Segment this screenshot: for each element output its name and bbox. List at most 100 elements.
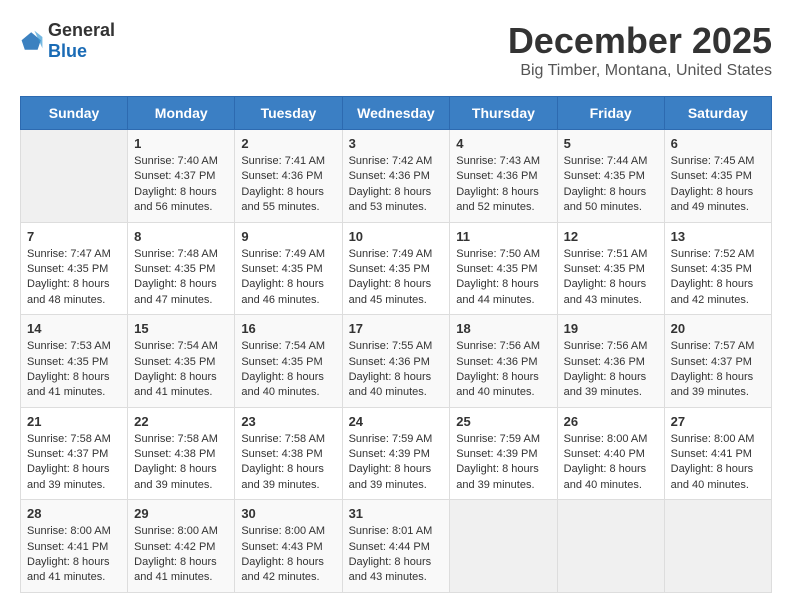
calendar-cell: 30 Sunrise: 8:00 AMSunset: 4:43 PMDayligh…	[235, 500, 342, 593]
day-info: Sunrise: 7:53 AMSunset: 4:35 PMDaylight:…	[27, 339, 121, 401]
day-info: Sunrise: 7:54 AMSunset: 4:35 PMDaylight:…	[241, 339, 335, 401]
day-number: 29	[134, 506, 228, 521]
logo-blue: Blue	[48, 41, 87, 61]
calendar-cell: 31Sunrise: 8:01 AMSunset: 4:44 PMDayligh…	[342, 500, 450, 593]
calendar-cell: 25 Sunrise: 7:59 AMSunset: 4:39 PMDayligh…	[450, 407, 557, 500]
day-number: 30	[241, 506, 335, 521]
day-number: 8	[134, 229, 228, 244]
day-number: 20	[671, 321, 765, 336]
day-header-thursday: Thursday	[450, 97, 557, 130]
day-number: 16	[241, 321, 335, 336]
calendar-week-2: 7 Sunrise: 7:47 AMSunset: 4:35 PMDaylight…	[21, 222, 772, 315]
calendar-cell: 7 Sunrise: 7:47 AMSunset: 4:35 PMDaylight…	[21, 222, 128, 315]
calendar-cell: 11Sunrise: 7:50 AMSunset: 4:35 PMDayligh…	[450, 222, 557, 315]
day-number: 28	[27, 506, 121, 521]
day-number: 22	[134, 414, 228, 429]
calendar-cell: 2 Sunrise: 7:41 AMSunset: 4:36 PMDaylight…	[235, 130, 342, 223]
day-info: Sunrise: 7:42 AMSunset: 4:36 PMDaylight:…	[349, 154, 444, 216]
month-title: December 2025	[508, 20, 772, 62]
calendar-cell	[21, 130, 128, 223]
day-info: Sunrise: 7:58 AMSunset: 4:38 PMDaylight:…	[241, 432, 335, 494]
day-info: Sunrise: 8:00 AMSunset: 4:42 PMDaylight:…	[134, 524, 228, 586]
day-number: 21	[27, 414, 121, 429]
day-number: 13	[671, 229, 765, 244]
day-number: 25	[456, 414, 550, 429]
day-number: 24	[349, 414, 444, 429]
logo-general: General	[48, 20, 115, 40]
day-number: 12	[564, 229, 658, 244]
calendar-cell: 8 Sunrise: 7:48 AMSunset: 4:35 PMDaylight…	[128, 222, 235, 315]
day-info: Sunrise: 7:56 AMSunset: 4:36 PMDaylight:…	[564, 339, 658, 401]
day-header-sunday: Sunday	[21, 97, 128, 130]
day-number: 2	[241, 136, 335, 151]
calendar-cell: 5 Sunrise: 7:44 AMSunset: 4:35 PMDaylight…	[557, 130, 664, 223]
day-number: 3	[349, 136, 444, 151]
calendar-week-1: 1Sunrise: 7:40 AMSunset: 4:37 PMDaylight…	[21, 130, 772, 223]
day-info: Sunrise: 7:59 AMSunset: 4:39 PMDaylight:…	[349, 432, 444, 494]
calendar-cell: 29 Sunrise: 8:00 AMSunset: 4:42 PMDayligh…	[128, 500, 235, 593]
calendar-cell: 28 Sunrise: 8:00 AMSunset: 4:41 PMDayligh…	[21, 500, 128, 593]
calendar-header-row: SundayMondayTuesdayWednesdayThursdayFrid…	[21, 97, 772, 130]
calendar-cell: 23 Sunrise: 7:58 AMSunset: 4:38 PMDayligh…	[235, 407, 342, 500]
calendar-cell: 18Sunrise: 7:56 AMSunset: 4:36 PMDayligh…	[450, 315, 557, 408]
day-info: Sunrise: 7:43 AMSunset: 4:36 PMDaylight:…	[456, 154, 550, 216]
day-header-saturday: Saturday	[664, 97, 771, 130]
day-number: 7	[27, 229, 121, 244]
calendar-cell: 13 Sunrise: 7:52 AMSunset: 4:35 PMDayligh…	[664, 222, 771, 315]
day-info: Sunrise: 7:59 AMSunset: 4:39 PMDaylight:…	[456, 432, 550, 494]
day-number: 31	[349, 506, 444, 521]
logo-icon	[20, 29, 44, 53]
calendar-cell: 14Sunrise: 7:53 AMSunset: 4:35 PMDayligh…	[21, 315, 128, 408]
day-number: 19	[564, 321, 658, 336]
calendar-cell: 15Sunrise: 7:54 AMSunset: 4:35 PMDayligh…	[128, 315, 235, 408]
calendar-cell: 3 Sunrise: 7:42 AMSunset: 4:36 PMDaylight…	[342, 130, 450, 223]
day-number: 5	[564, 136, 658, 151]
logo-text: General Blue	[48, 20, 115, 62]
day-info: Sunrise: 7:58 AMSunset: 4:38 PMDaylight:…	[134, 432, 228, 494]
calendar-cell: 20 Sunrise: 7:57 AMSunset: 4:37 PMDayligh…	[664, 315, 771, 408]
calendar-cell: 17Sunrise: 7:55 AMSunset: 4:36 PMDayligh…	[342, 315, 450, 408]
day-header-wednesday: Wednesday	[342, 97, 450, 130]
day-number: 18	[456, 321, 550, 336]
day-number: 10	[349, 229, 444, 244]
calendar-table: SundayMondayTuesdayWednesdayThursdayFrid…	[20, 96, 772, 593]
day-header-monday: Monday	[128, 97, 235, 130]
day-number: 17	[349, 321, 444, 336]
day-info: Sunrise: 8:00 AMSunset: 4:41 PMDaylight:…	[27, 524, 121, 586]
day-info: Sunrise: 7:44 AMSunset: 4:35 PMDaylight:…	[564, 154, 658, 216]
day-info: Sunrise: 7:57 AMSunset: 4:37 PMDaylight:…	[671, 339, 765, 401]
calendar-cell	[557, 500, 664, 593]
calendar-cell: 26Sunrise: 8:00 AMSunset: 4:40 PMDayligh…	[557, 407, 664, 500]
calendar-cell: 22 Sunrise: 7:58 AMSunset: 4:38 PMDayligh…	[128, 407, 235, 500]
calendar-cell	[664, 500, 771, 593]
day-number: 4	[456, 136, 550, 151]
calendar-cell: 1Sunrise: 7:40 AMSunset: 4:37 PMDaylight…	[128, 130, 235, 223]
calendar-cell	[450, 500, 557, 593]
calendar-cell: 16 Sunrise: 7:54 AMSunset: 4:35 PMDayligh…	[235, 315, 342, 408]
day-info: Sunrise: 7:41 AMSunset: 4:36 PMDaylight:…	[241, 154, 335, 216]
day-info: Sunrise: 8:00 AMSunset: 4:43 PMDaylight:…	[241, 524, 335, 586]
calendar-cell: 10 Sunrise: 7:49 AMSunset: 4:35 PMDayligh…	[342, 222, 450, 315]
calendar-week-5: 28 Sunrise: 8:00 AMSunset: 4:41 PMDayligh…	[21, 500, 772, 593]
day-info: Sunrise: 8:00 AMSunset: 4:41 PMDaylight:…	[671, 432, 765, 494]
day-info: Sunrise: 7:48 AMSunset: 4:35 PMDaylight:…	[134, 247, 228, 309]
day-number: 6	[671, 136, 765, 151]
calendar-cell: 19 Sunrise: 7:56 AMSunset: 4:36 PMDayligh…	[557, 315, 664, 408]
day-info: Sunrise: 7:47 AMSunset: 4:35 PMDaylight:…	[27, 247, 121, 309]
day-info: Sunrise: 7:51 AMSunset: 4:35 PMDaylight:…	[564, 247, 658, 309]
day-info: Sunrise: 7:45 AMSunset: 4:35 PMDaylight:…	[671, 154, 765, 216]
calendar-week-4: 21Sunrise: 7:58 AMSunset: 4:37 PMDayligh…	[21, 407, 772, 500]
calendar-week-3: 14Sunrise: 7:53 AMSunset: 4:35 PMDayligh…	[21, 315, 772, 408]
day-number: 23	[241, 414, 335, 429]
day-info: Sunrise: 7:52 AMSunset: 4:35 PMDaylight:…	[671, 247, 765, 309]
calendar-cell: 9Sunrise: 7:49 AMSunset: 4:35 PMDaylight…	[235, 222, 342, 315]
day-number: 26	[564, 414, 658, 429]
calendar-cell: 4 Sunrise: 7:43 AMSunset: 4:36 PMDaylight…	[450, 130, 557, 223]
day-info: Sunrise: 7:50 AMSunset: 4:35 PMDaylight:…	[456, 247, 550, 309]
title-block: December 2025 Big Timber, Montana, Unite…	[508, 20, 772, 80]
day-number: 27	[671, 414, 765, 429]
day-header-friday: Friday	[557, 97, 664, 130]
day-info: Sunrise: 7:54 AMSunset: 4:35 PMDaylight:…	[134, 339, 228, 401]
day-info: Sunrise: 7:49 AMSunset: 4:35 PMDaylight:…	[349, 247, 444, 309]
page-header: General Blue December 2025 Big Timber, M…	[20, 20, 772, 80]
